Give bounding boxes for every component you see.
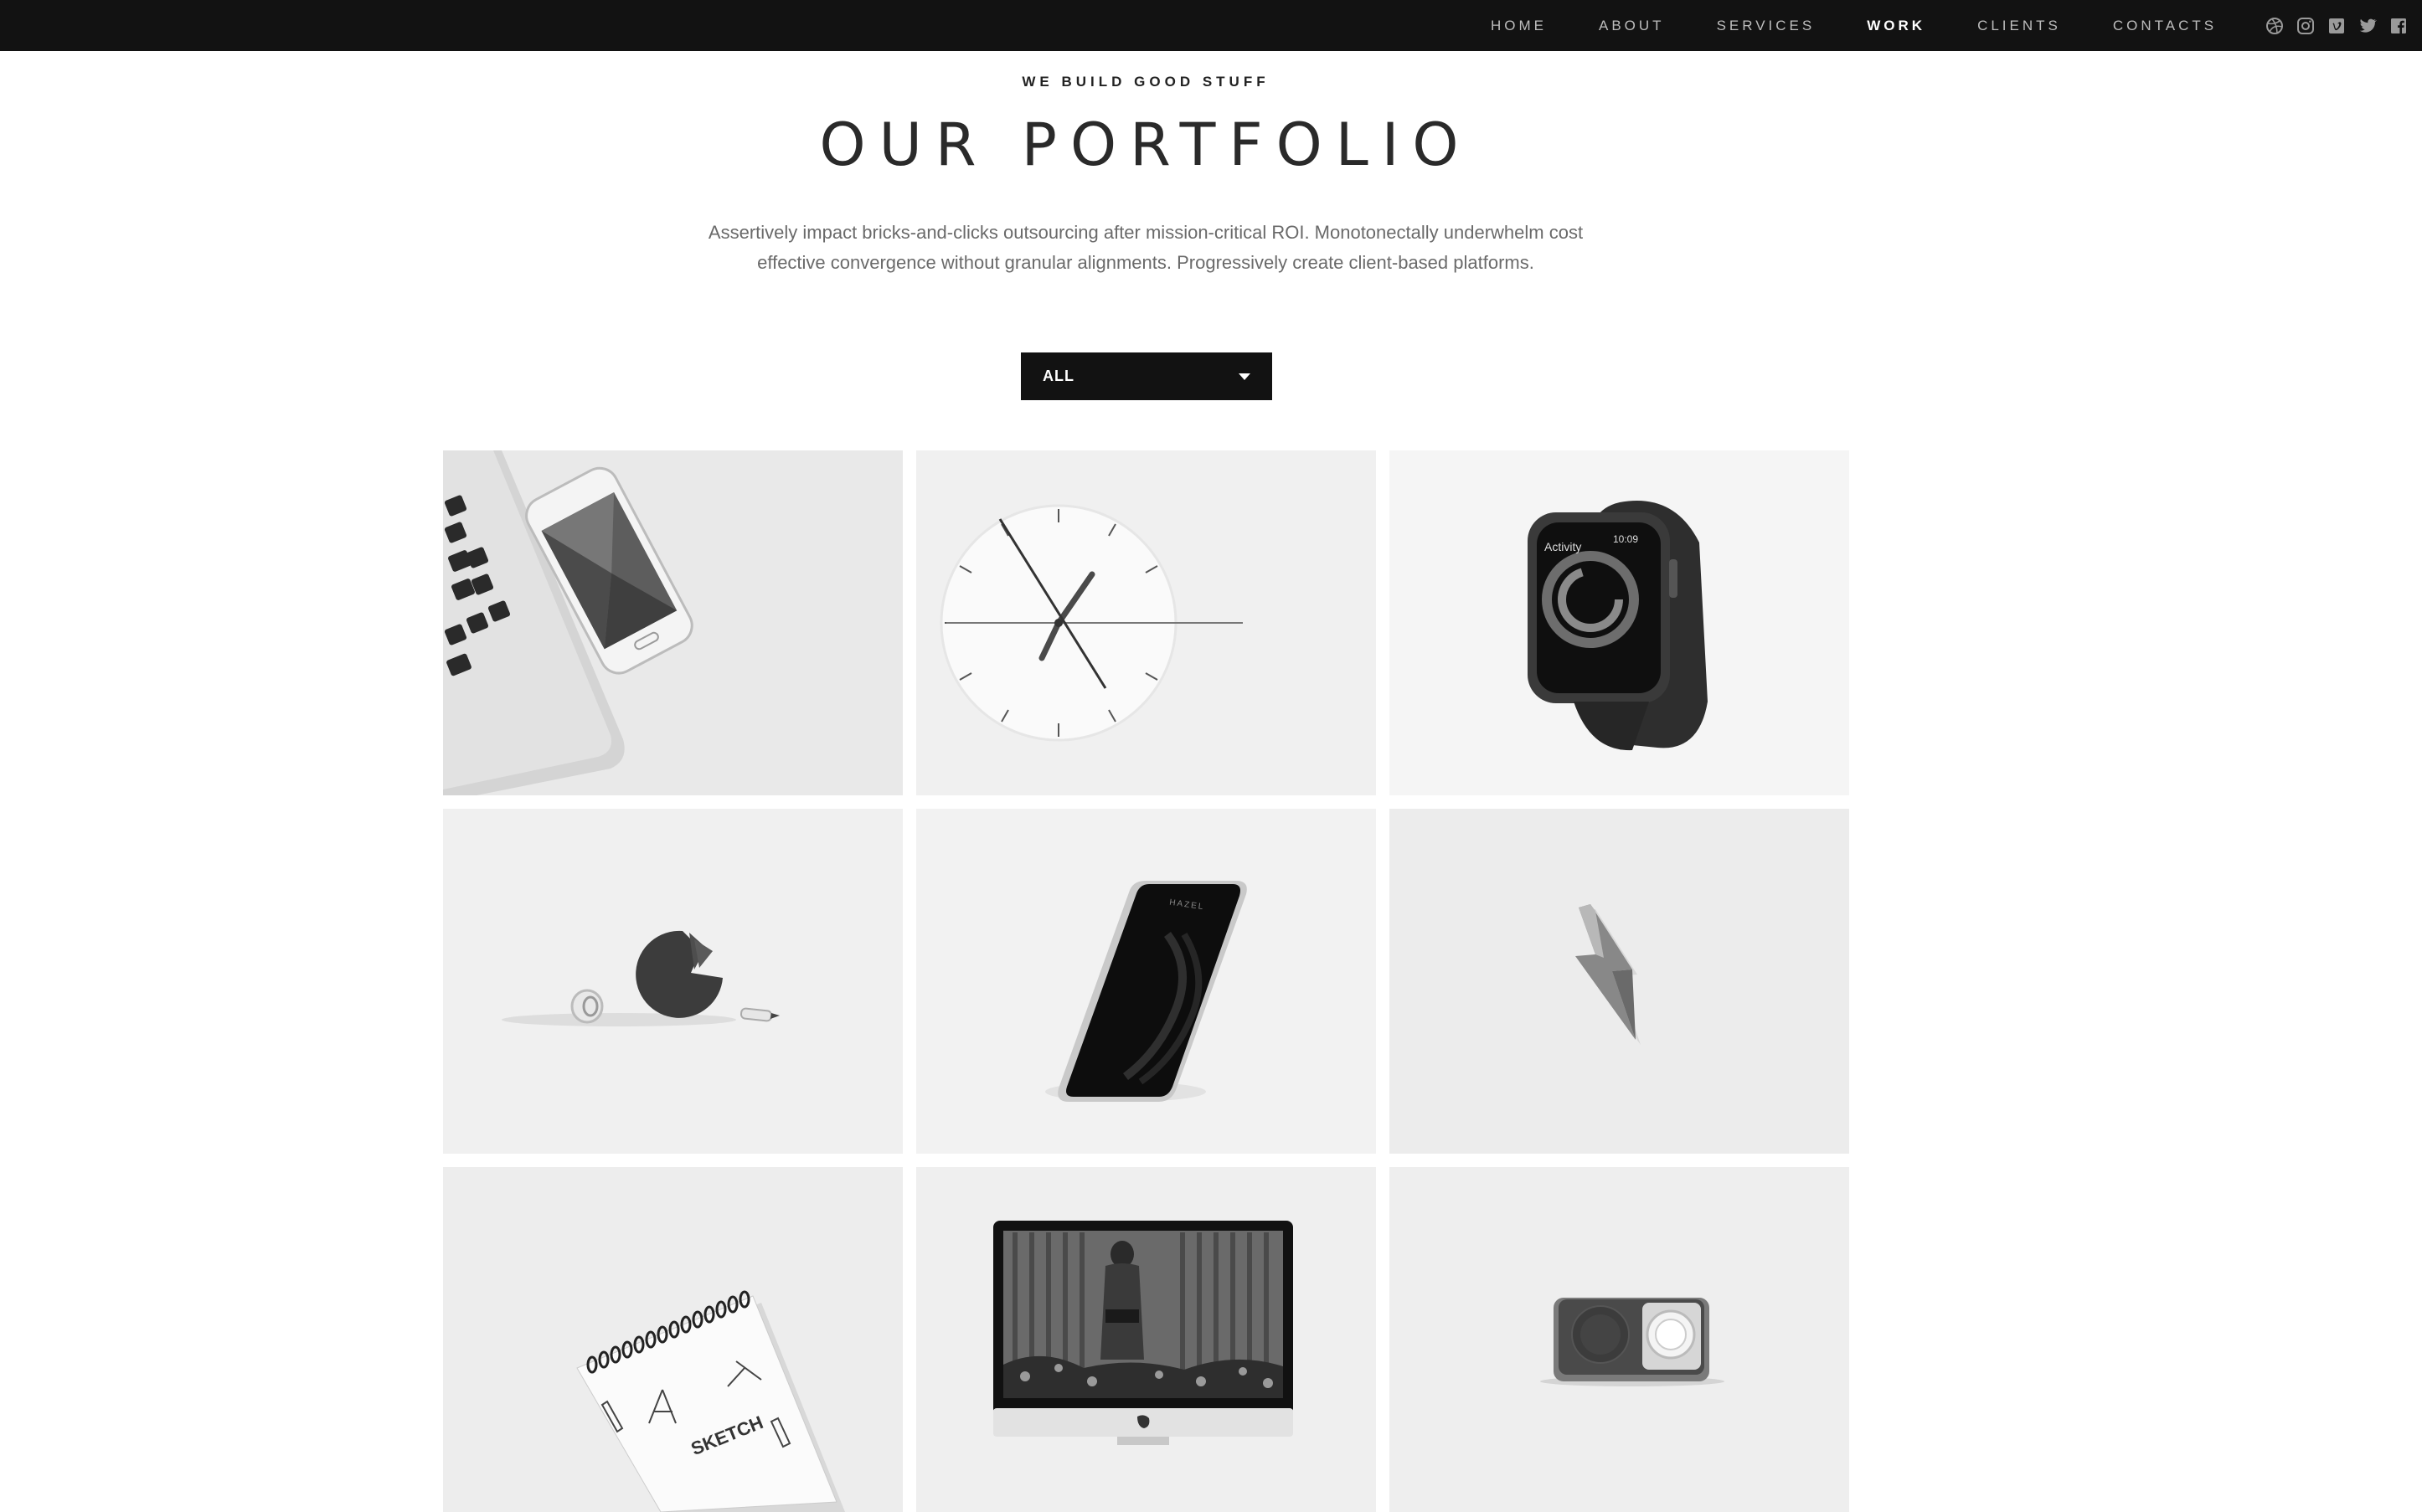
portfolio-item-monitor[interactable] [916,1167,1376,1512]
smartphone-image: HAZEL [916,809,1376,1154]
vimeo-icon[interactable] [2327,16,2347,36]
portfolio-item-smartwatch[interactable]: Activity 10:09 [1389,450,1849,795]
filter-selected-value: ALL [1043,368,1074,384]
top-nav-bar: HOME ABOUT SERVICES WORK CLIENTS CONTACT… [0,0,2422,51]
portfolio-item-lightning-bolt[interactable] [1389,809,1849,1154]
nav-clients[interactable]: CLIENTS [1977,18,2061,34]
sketchbook-image: SKETCH [443,1167,903,1512]
portfolio-item-clock[interactable] [916,450,1376,795]
radio-image [1389,1167,1849,1512]
watch-time: 10:09 [1613,533,1638,545]
portfolio-item-sketchbook[interactable]: SKETCH [443,1167,903,1512]
monitor-image [916,1167,1376,1512]
intro-text: Assertively impact bricks-and-clicks out… [708,222,1584,273]
nav-home[interactable]: HOME [1491,18,1547,34]
smartwatch-image: Activity 10:09 [1389,450,1849,795]
portfolio-item-laptop-phone[interactable] [443,450,903,795]
nav-work[interactable]: WORK [1867,18,1925,34]
facebook-icon[interactable] [2389,16,2409,36]
twitter-icon[interactable] [2358,16,2378,36]
watch-label: Activity [1544,540,1581,553]
instagram-icon[interactable] [2296,16,2316,36]
category-filter-dropdown[interactable]: ALL [1021,352,1272,400]
portfolio-item-smartphone[interactable]: HAZEL [916,809,1376,1154]
portfolio-item-radio[interactable] [1389,1167,1849,1512]
nav-contacts[interactable]: CONTACTS [2113,18,2217,34]
lightning-bolt-image [1389,809,1849,1154]
social-links [2265,0,2419,51]
clock-image [916,450,1376,795]
dribbble-icon[interactable] [2265,16,2285,36]
portfolio-item-desk-objects[interactable] [443,809,903,1154]
page-title: OUR PORTFOLIO [819,111,1472,179]
nav-about[interactable]: ABOUT [1599,18,1665,34]
desk-objects-image [443,809,903,1154]
main-nav: HOME ABOUT SERVICES WORK CLIENTS CONTACT… [1491,0,2269,51]
section-eyebrow: WE BUILD GOOD STUFF [1022,74,1270,90]
nav-services[interactable]: SERVICES [1717,18,1816,34]
laptop-phone-image [443,450,903,795]
caret-down-icon [1239,373,1250,380]
